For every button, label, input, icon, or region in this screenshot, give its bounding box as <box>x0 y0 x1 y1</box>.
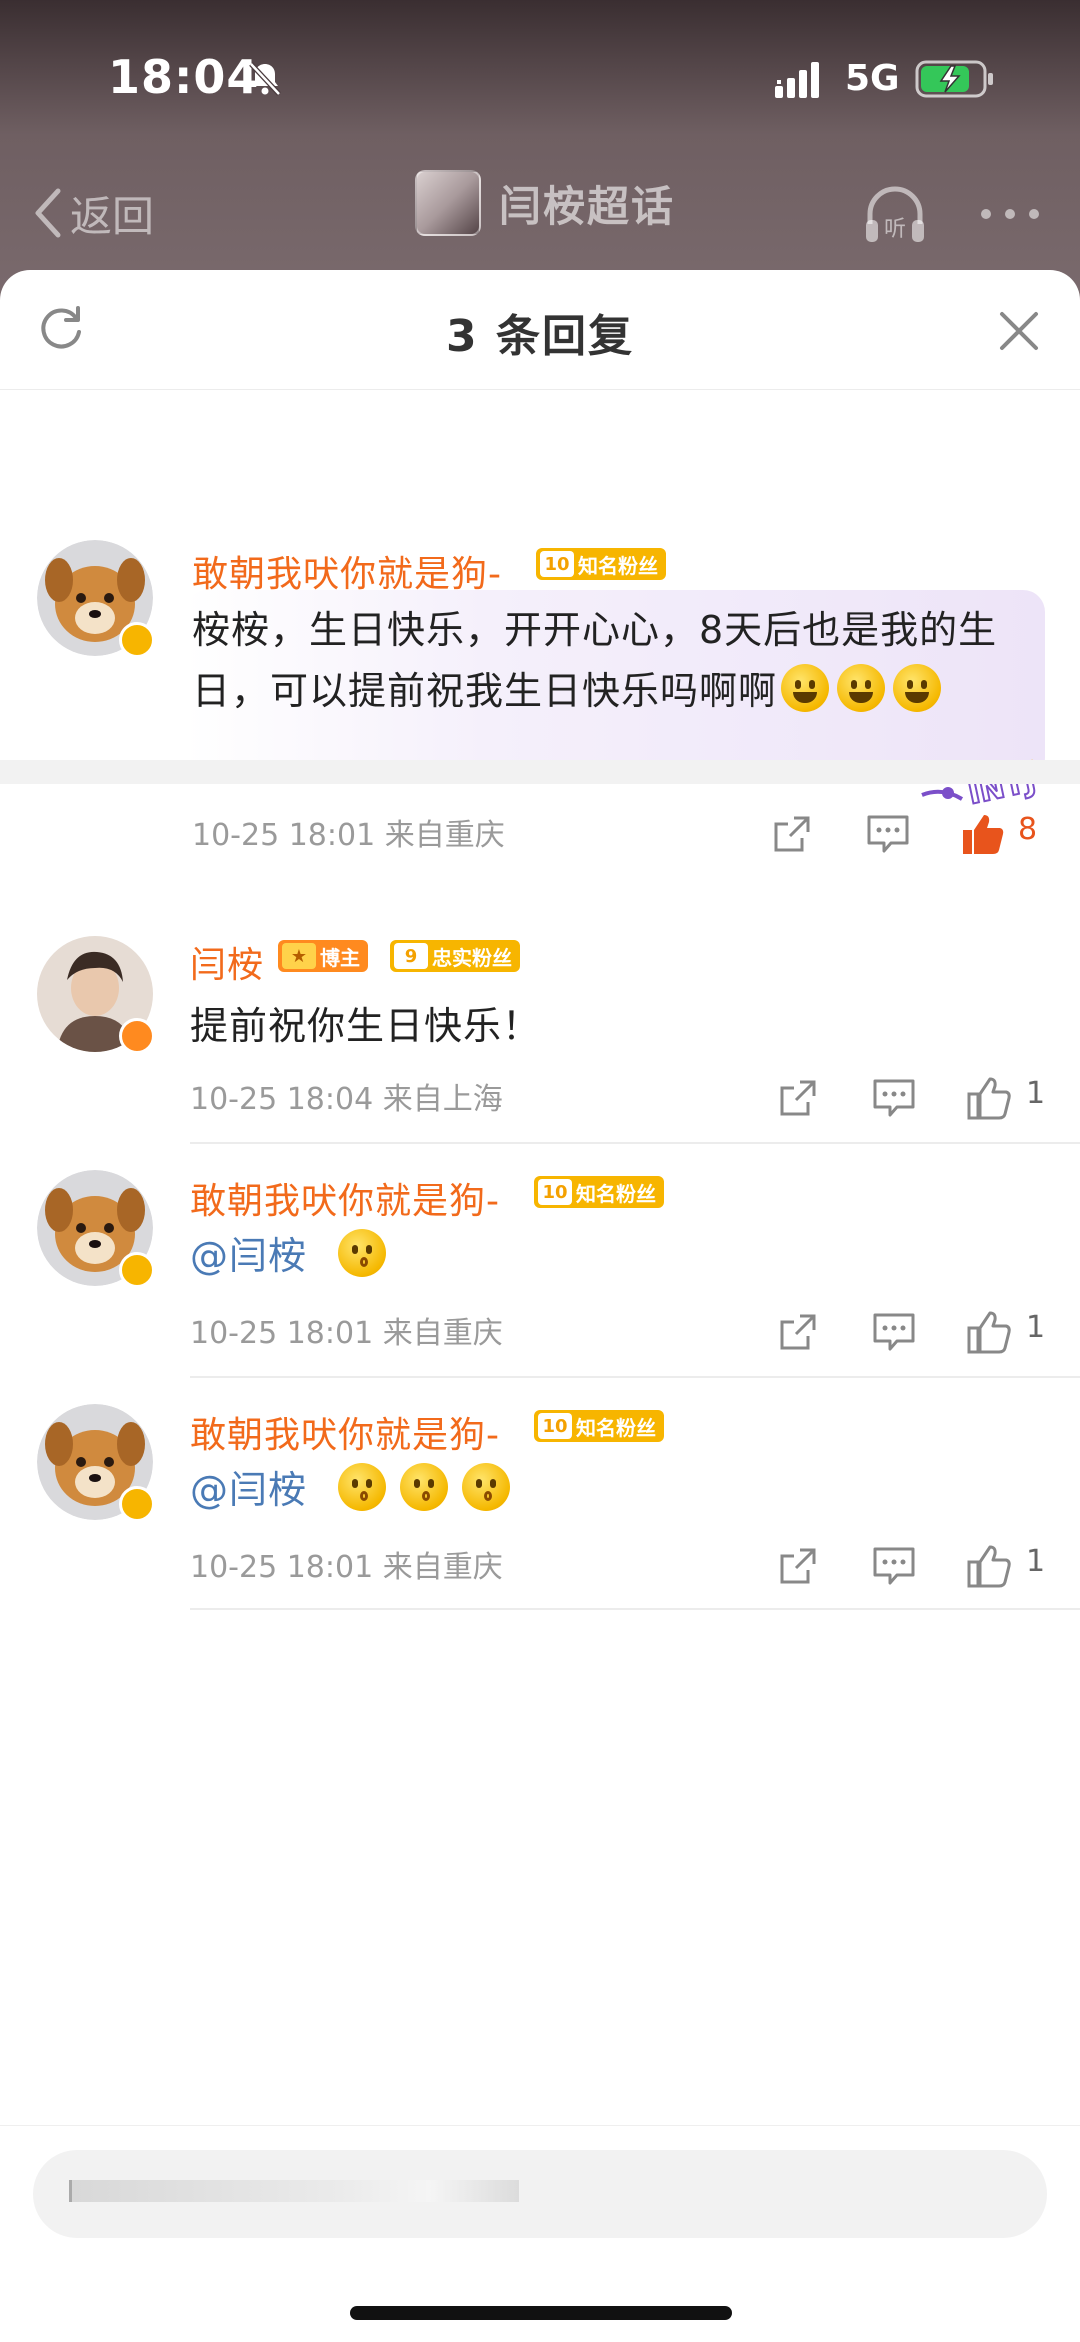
back-button[interactable]: 返回 <box>30 178 154 248</box>
username[interactable]: 敢朝我吠你就是狗- <box>190 1406 500 1458</box>
status-bar: 18:04 5G <box>0 0 1080 160</box>
replies-sheet: 3 条回复 敢朝我吠你就是狗- 10 知名粉丝 桉桉，生日快乐，开开心心，8天后… <box>0 270 1080 2342</box>
battery-charging-icon <box>915 60 993 98</box>
grin-emoji <box>893 664 942 712</box>
more-icon[interactable] <box>978 202 1042 226</box>
sheet-title: 3 条回复 <box>446 311 634 362</box>
kiss-emoji <box>338 1229 387 1277</box>
like-icon[interactable] <box>960 812 1006 856</box>
topic-avatar <box>415 170 481 236</box>
status-time: 18:04 <box>108 50 260 104</box>
reply-text: @闫桉 <box>190 1226 390 1287</box>
svg-text:听: 听 <box>884 217 906 242</box>
network-type: 5G <box>845 58 900 99</box>
reply-text: @闫桉 <box>190 1460 514 1521</box>
like-count: 1 <box>1026 1076 1046 1111</box>
username[interactable]: 闫桉 <box>190 936 264 988</box>
verified-icon <box>119 1486 155 1522</box>
grin-emoji <box>837 664 886 712</box>
comment-icon[interactable] <box>866 814 910 854</box>
share-icon[interactable] <box>778 1312 818 1352</box>
nav-bar: 返回 闫桉超话 听 <box>0 160 1080 270</box>
chevron-left-icon <box>35 188 61 238</box>
home-indicator[interactable] <box>350 2306 732 2320</box>
headphones-icon[interactable]: 听 <box>860 180 930 250</box>
verified-icon <box>119 622 155 658</box>
mention-link[interactable]: @闫桉 <box>190 1468 307 1512</box>
share-icon[interactable] <box>778 1546 818 1586</box>
username[interactable]: 敢朝我吠你就是狗- <box>190 1172 500 1224</box>
like-icon[interactable] <box>966 1076 1012 1120</box>
share-icon[interactable] <box>772 814 812 854</box>
kiss-emoji <box>338 1463 387 1511</box>
like-icon[interactable] <box>966 1310 1012 1354</box>
row-divider <box>190 1142 1080 1144</box>
kiss-emoji <box>400 1463 449 1511</box>
row-divider <box>190 1376 1080 1378</box>
like-count: 1 <box>1026 1310 1046 1345</box>
comment-icon[interactable] <box>872 1546 916 1586</box>
reply-meta: 10-25 18:04 来自上海 <box>190 1082 503 1117</box>
comment-icon[interactable] <box>872 1312 916 1352</box>
topic-name: 闫桉超话 <box>499 181 676 231</box>
topic-header[interactable]: 闫桉超话 <box>415 170 675 236</box>
blogger-badge: ★ 博主 <box>278 940 368 972</box>
section-divider <box>0 760 1080 784</box>
fan-badge: 10 知名粉丝 <box>534 1176 664 1208</box>
fan-badge: 10 知名粉丝 <box>536 548 666 580</box>
comment-icon[interactable] <box>872 1078 916 1118</box>
grin-emoji <box>781 664 830 712</box>
verified-icon <box>119 1252 155 1288</box>
fan-badge: 10 知名粉丝 <box>534 1410 664 1442</box>
verified-icon <box>119 1018 155 1054</box>
comment-meta: 10-25 18:01 来自重庆 <box>192 818 505 853</box>
avatar[interactable] <box>37 1170 155 1288</box>
like-icon[interactable] <box>966 1544 1012 1588</box>
share-icon[interactable] <box>778 1078 818 1118</box>
sheet-header: 3 条回复 <box>0 270 1080 390</box>
row-divider <box>190 1608 1080 1610</box>
comment-text: 桉桉，生日快乐，开开心心，8天后也是我的生日，可以提前祝我生日快乐吗啊啊 <box>192 608 998 713</box>
fan-badge: 9 忠实粉丝 <box>390 940 520 972</box>
like-count: 8 <box>1018 812 1038 847</box>
reply-meta: 10-25 18:01 来自重庆 <box>190 1316 503 1351</box>
avatar[interactable] <box>37 540 155 658</box>
signal-icon <box>775 62 819 98</box>
back-label: 返回 <box>70 191 155 241</box>
reply-text: 提前祝你生日快乐！ <box>190 1004 542 1048</box>
username[interactable]: 敢朝我吠你就是狗- <box>192 545 502 597</box>
reply-input[interactable] <box>33 2150 1047 2238</box>
bell-off-icon <box>249 62 281 96</box>
mention-link[interactable]: @闫桉 <box>190 1234 307 1278</box>
reply-meta: 10-25 18:01 来自重庆 <box>190 1550 503 1585</box>
kiss-emoji <box>462 1463 511 1511</box>
like-count: 1 <box>1026 1544 1046 1579</box>
avatar[interactable] <box>37 1404 155 1522</box>
close-icon[interactable] <box>998 310 1040 352</box>
input-placeholder <box>69 2180 519 2202</box>
avatar[interactable] <box>37 936 155 1054</box>
